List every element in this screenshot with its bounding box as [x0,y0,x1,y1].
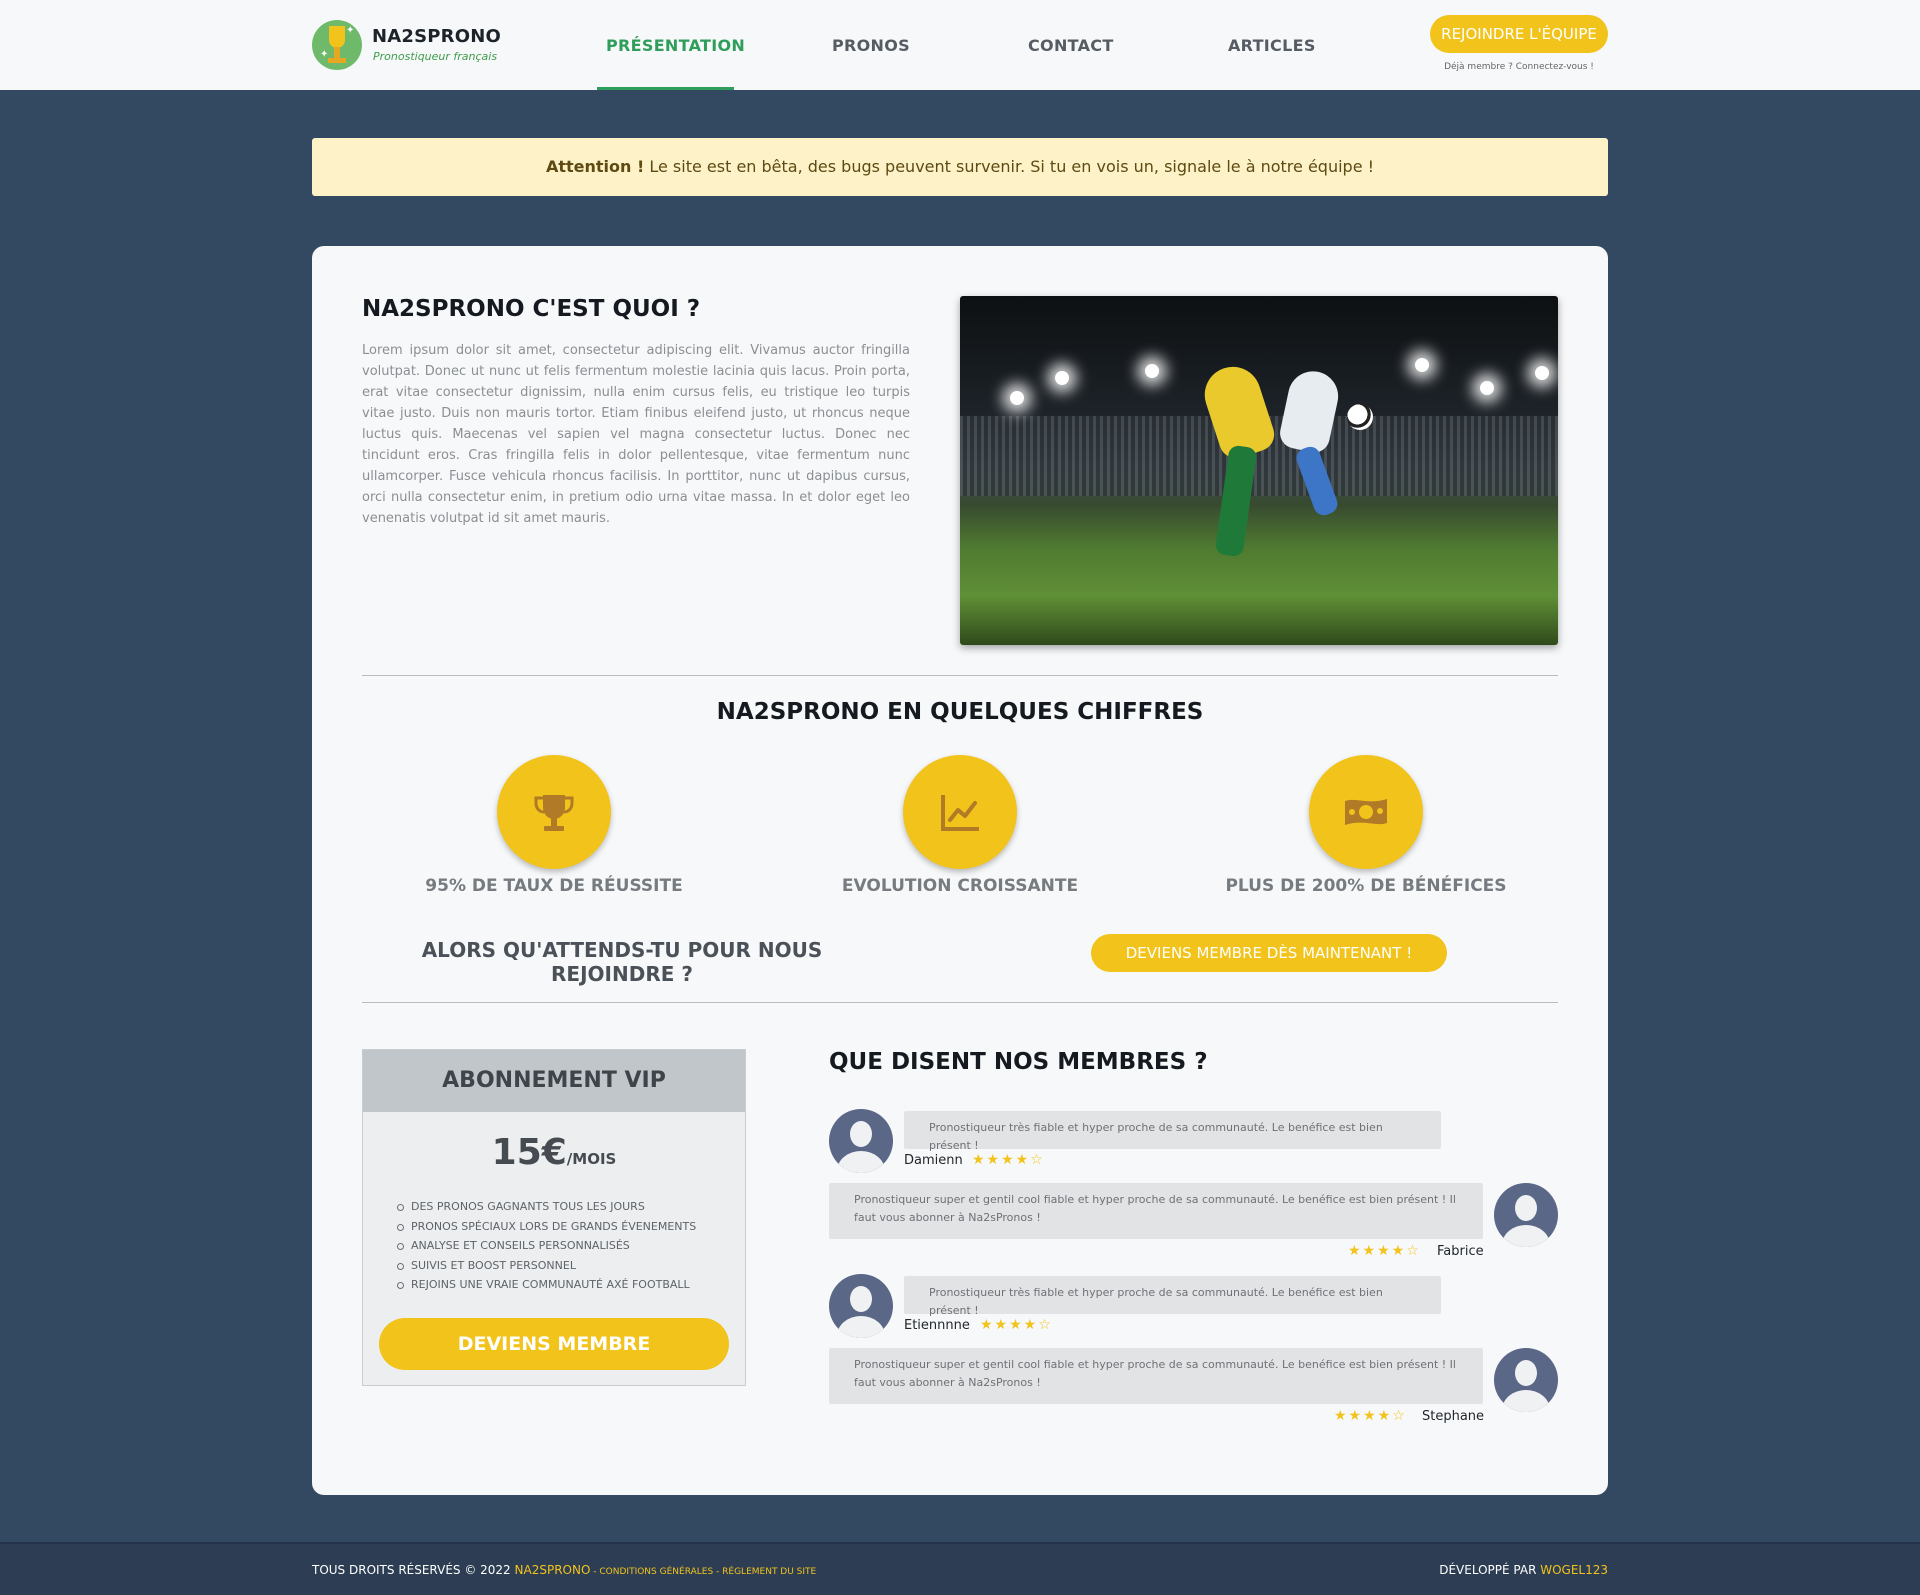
testimonial-text: Pronostiqueur très fiable et hyper proch… [904,1111,1441,1152]
testimonial-author: Fabrice [1437,1244,1484,1259]
beta-alert: Attention ! Le site est en bêta, des bug… [312,138,1608,196]
avatar [1494,1348,1558,1412]
footer-brand-link[interactable]: NA2SPRONO [515,1563,591,1577]
testimonial-text: Pronostiqueur très fiable et hyper proch… [904,1276,1441,1317]
about-text: Lorem ipsum dolor sit amet, consectetur … [362,343,910,526]
nav-articles[interactable]: ARTICLES [1228,36,1316,55]
vip-price-period: /MOIS [566,1150,617,1168]
testimonials-title: QUE DISENT NOS MEMBRES ? [829,1049,1208,1075]
footer-rules-link[interactable]: RÉGLEMENT DU SITE [722,1567,816,1577]
alert-strong: Attention ! [545,157,645,176]
become-member-now-button[interactable]: DEVIENS MEMBRE DÈS MAINTENANT ! [1091,934,1447,972]
testimonial-author: Etiennnne [904,1318,970,1333]
alert-text: Le site est en bêta, des bugs peuvent su… [644,157,1375,176]
brand-tagline: Pronostiqueur français [373,50,498,63]
list-item: REJOINS UNE VRAIE COMMUNAUTÉ AXÉ FOOTBAL… [396,1275,696,1295]
cta-question: ALORS QU'ATTENDS-TU POUR NOUS REJOINDRE … [421,938,823,986]
stat-profit: PLUS DE 200% DE BÉNÉFICES [1225,876,1507,896]
chart-line-icon [903,755,1017,869]
vip-become-member-button[interactable]: DEVIENS MEMBRE [379,1318,729,1370]
logo-trophy-icon[interactable]: ✦ ✦ [312,20,362,70]
testimonial-author: Stephane [1422,1409,1485,1424]
vip-price: 15€/MOIS [363,1132,745,1173]
footer-separator: - [713,1567,723,1577]
testimonial-author: Damienn [904,1153,963,1168]
section-divider [362,1002,1558,1003]
footer-rights: TOUS DROITS RÉSERVÉS © 2022 [312,1563,515,1577]
vip-price-amount: 15€ [491,1132,567,1173]
about-title: NA2SPRONO C'EST QUOI ? [362,296,701,322]
money-bill-icon [1309,755,1423,869]
list-item: ANALYSE ET CONSEILS PERSONNALISÉS [396,1236,696,1256]
rating-stars: ★★★★☆ [1334,1408,1407,1424]
stats-title: NA2SPRONO EN QUELQUES CHIFFRES [716,699,1204,725]
list-item: DES PRONOS GAGNANTS TOUS LES JOURS [396,1197,696,1217]
avatar [829,1274,893,1338]
avatar [1494,1183,1558,1247]
rating-stars: ★★★★☆ [972,1152,1045,1168]
nav-active-indicator [597,87,734,90]
rating-stars: ★★★★☆ [1348,1243,1421,1259]
footer-developer: DÉVELOPPÉ PAR WOGEL123 [1439,1563,1608,1577]
testimonial-text: Pronostiqueur super et gentil cool fiabl… [829,1348,1483,1404]
rating-stars: ★★★★☆ [980,1317,1053,1333]
nav-presentation[interactable]: PRÉSENTATION [606,36,745,55]
main-card: NA2SPRONO C'EST QUOI ? Lorem ipsum dolor… [312,246,1608,1495]
list-item: SUIVIS ET BOOST PERSONNEL [396,1256,696,1276]
footer-cgu-link[interactable]: CONDITIONS GÉNÉRALES [599,1567,713,1577]
avatar [829,1109,893,1173]
footer: TOUS DROITS RÉSERVÉS © 2022 NA2SPRONO - … [0,1542,1920,1595]
vip-features-list: DES PRONOS GAGNANTS TOUS LES JOURS PRONO… [396,1197,696,1295]
stat-growth: EVOLUTION CROISSANTE [841,876,1079,896]
section-divider [362,675,1558,676]
brand-name[interactable]: NA2SPRONO [372,26,501,47]
nav-pronos[interactable]: PRONOS [832,36,910,55]
vip-title: ABONNEMENT VIP [363,1050,745,1112]
football-hero-image [960,296,1558,645]
stat-success-rate: 95% DE TAUX DE RÉUSSITE [425,876,683,896]
footer-copyright: TOUS DROITS RÉSERVÉS © 2022 NA2SPRONO - … [312,1563,816,1577]
list-item: PRONOS SPÉCIAUX LORS DE GRANDS ÉVENEMENT… [396,1217,696,1237]
top-navbar: ✦ ✦ NA2SPRONO Pronostiqueur français PRÉ… [0,0,1920,90]
vip-subscription-card: ABONNEMENT VIP 15€/MOIS DES PRONOS GAGNA… [362,1049,746,1386]
trophy-icon [497,755,611,869]
nav-contact[interactable]: CONTACT [1028,36,1114,55]
testimonial-text: Pronostiqueur super et gentil cool fiabl… [829,1183,1483,1239]
footer-dev-link[interactable]: WOGEL123 [1540,1563,1608,1577]
login-link[interactable]: Déjà membre ? Connectez-vous ! [1430,62,1608,72]
join-team-button[interactable]: REJOINDRE L'ÉQUIPE [1430,15,1608,53]
footer-dev-label: DÉVELOPPÉ PAR [1439,1563,1541,1577]
